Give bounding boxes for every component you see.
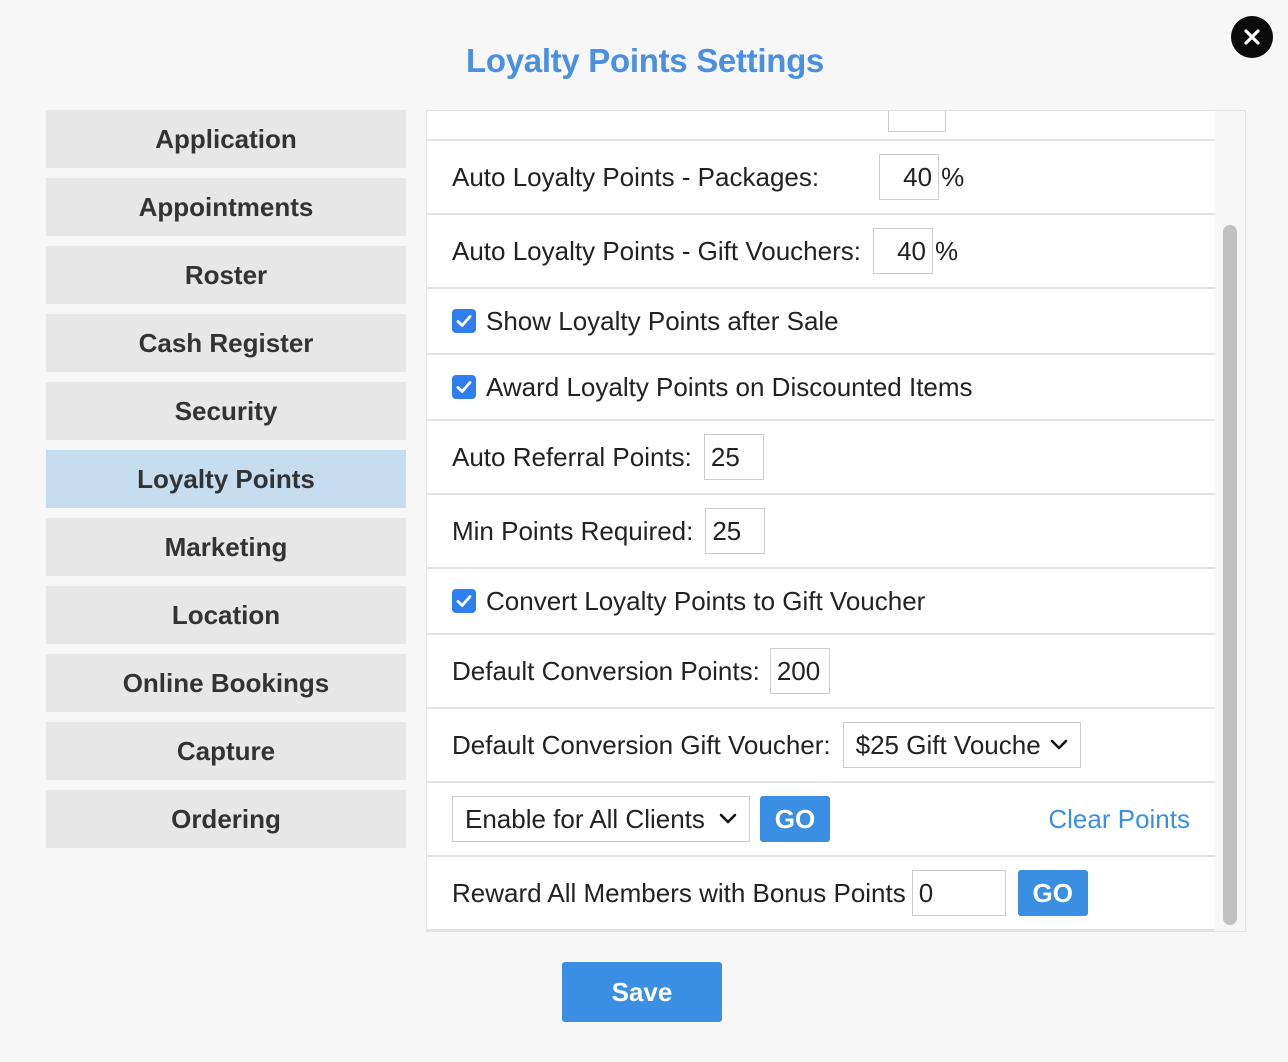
bonus-points-input[interactable] <box>911 870 1006 916</box>
sidebar-item-security[interactable]: Security <box>46 382 406 440</box>
save-button[interactable]: Save <box>562 962 722 1022</box>
clipped-input[interactable] <box>888 111 946 132</box>
enable-clients-select[interactable]: Enable for All Clients <box>452 796 750 842</box>
settings-sidebar: Application Appointments Roster Cash Reg… <box>46 110 406 858</box>
settings-row-convert-voucher: Convert Loyalty Points to Gift Voucher <box>427 569 1215 635</box>
conversion-voucher-select[interactable]: $25 Gift Vouche <box>842 722 1081 768</box>
check-icon <box>456 381 472 393</box>
chevron-down-icon <box>1050 739 1067 750</box>
packages-label: Auto Loyalty Points - Packages: <box>452 161 820 192</box>
settings-row-award-discounted: Award Loyalty Points on Discounted Items <box>427 355 1215 421</box>
settings-row-enable-clients: Enable for All Clients GO Clear Points <box>427 783 1215 857</box>
show-after-sale-label: Show Loyalty Points after Sale <box>486 305 839 336</box>
bonus-go-button[interactable]: GO <box>1017 870 1088 916</box>
scrollbar-thumb[interactable] <box>1223 225 1237 925</box>
settings-row-bonus: Reward All Members with Bonus Points GO <box>427 857 1215 931</box>
settings-row-gift-vouchers: Auto Loyalty Points - Gift Vouchers: % <box>427 215 1215 289</box>
chevron-down-icon <box>719 813 737 824</box>
settings-list: Auto Loyalty Points - Packages: % Auto L… <box>427 111 1215 931</box>
conversion-points-label: Default Conversion Points: <box>452 655 760 686</box>
sidebar-item-loyalty-points[interactable]: Loyalty Points <box>46 450 406 508</box>
check-icon <box>456 315 472 327</box>
gift-vouchers-percent-sign: % <box>934 235 959 266</box>
conversion-voucher-selected: $25 Gift Vouche <box>855 729 1041 760</box>
sidebar-item-capture[interactable]: Capture <box>46 722 406 780</box>
award-discounted-checkbox[interactable] <box>452 375 476 399</box>
award-discounted-label: Award Loyalty Points on Discounted Items <box>486 371 973 402</box>
show-after-sale-checkbox[interactable] <box>452 309 476 333</box>
gift-vouchers-percent-input[interactable] <box>872 228 933 274</box>
sidebar-item-ordering[interactable]: Ordering <box>46 790 406 848</box>
packages-percent-input[interactable] <box>879 154 940 200</box>
settings-row-referral: Auto Referral Points: <box>427 421 1215 495</box>
sidebar-item-roster[interactable]: Roster <box>46 246 406 304</box>
min-points-input[interactable] <box>705 508 766 554</box>
sidebar-item-online-bookings[interactable]: Online Bookings <box>46 654 406 712</box>
sidebar-item-marketing[interactable]: Marketing <box>46 518 406 576</box>
settings-panel: Auto Loyalty Points - Packages: % Auto L… <box>426 110 1246 932</box>
bonus-points-label: Reward All Members with Bonus Points <box>452 877 906 908</box>
conversion-points-input[interactable] <box>769 648 830 694</box>
check-icon <box>456 595 472 607</box>
referral-points-label: Auto Referral Points: <box>452 441 692 472</box>
enable-clients-go-button[interactable]: GO <box>760 796 830 842</box>
sidebar-item-application[interactable]: Application <box>46 110 406 168</box>
sidebar-item-location[interactable]: Location <box>46 586 406 644</box>
sidebar-item-cash-register[interactable]: Cash Register <box>46 314 406 372</box>
conversion-voucher-label: Default Conversion Gift Voucher: <box>452 729 831 760</box>
min-points-label: Min Points Required: <box>452 515 694 546</box>
settings-row-packages: Auto Loyalty Points - Packages: % <box>427 141 1215 215</box>
settings-row-show-after-sale: Show Loyalty Points after Sale <box>427 289 1215 355</box>
convert-voucher-label: Convert Loyalty Points to Gift Voucher <box>486 585 926 616</box>
settings-row-min-points: Min Points Required: <box>427 495 1215 569</box>
settings-row-clipped <box>427 111 1215 141</box>
gift-vouchers-label: Auto Loyalty Points - Gift Vouchers: <box>452 235 861 266</box>
enable-clients-selected: Enable for All Clients <box>465 803 705 834</box>
dialog-title: Loyalty Points Settings <box>466 42 824 79</box>
convert-voucher-checkbox[interactable] <box>452 589 476 613</box>
clear-points-link[interactable]: Clear Points <box>1048 804 1190 835</box>
settings-row-conversion-points: Default Conversion Points: <box>427 635 1215 709</box>
sidebar-item-appointments[interactable]: Appointments <box>46 178 406 236</box>
packages-percent-sign: % <box>941 161 965 192</box>
settings-row-conversion-voucher: Default Conversion Gift Voucher: $25 Gif… <box>427 709 1215 783</box>
referral-points-input[interactable] <box>703 434 764 480</box>
